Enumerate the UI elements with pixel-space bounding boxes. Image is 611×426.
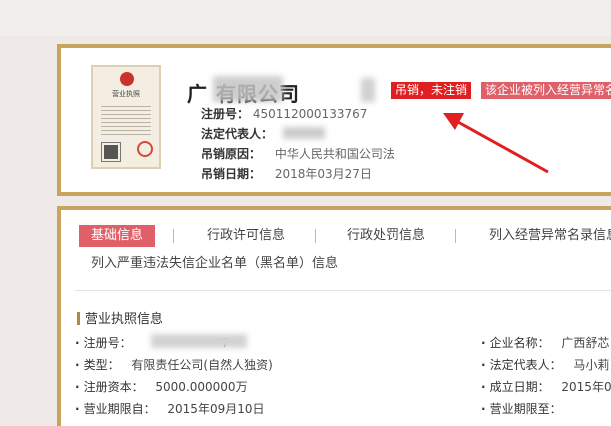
info-value: 广西舒芯 bbox=[561, 336, 610, 350]
info-value: 5000.000000万 bbox=[155, 380, 248, 394]
info-label: 类型： bbox=[83, 358, 120, 372]
redacted-reg-blur bbox=[151, 334, 247, 348]
info-value: 2015年0 bbox=[561, 380, 611, 394]
info-label: 成立日期： bbox=[489, 380, 550, 394]
info-label: 法定代表人： bbox=[489, 358, 562, 372]
info-label: 企业名称： bbox=[489, 336, 550, 350]
info-term-to: · 营业期限至： bbox=[481, 402, 562, 416]
info-label: 注册资本： bbox=[83, 380, 144, 394]
info-founded-date: · 成立日期： 2015年0 bbox=[481, 380, 611, 394]
section-title-text: 营业执照信息 bbox=[85, 312, 164, 327]
section-title: 营业执照信息 bbox=[77, 308, 163, 327]
info-value: 2015年09月10日 bbox=[167, 402, 265, 416]
tab-divider bbox=[455, 229, 456, 243]
tab-admin-license[interactable]: 行政许可信息 bbox=[207, 225, 285, 247]
info-legal-rep: · 法定代表人： 马小莉 bbox=[481, 358, 610, 372]
info-label: 注册号： bbox=[83, 336, 132, 350]
detail-panel: 基础信息 行政许可信息 行政处罚信息 列入经营异常名录信息 列入严重违法失信企业… bbox=[57, 206, 611, 426]
info-term-from: · 营业期限自： 2015年09月10日 bbox=[75, 402, 265, 416]
tab-admin-penalty[interactable]: 行政处罚信息 bbox=[347, 225, 425, 247]
info-value: 有限责任公司(自然人独资) bbox=[131, 358, 273, 372]
info-value: 马小莉 bbox=[573, 358, 610, 372]
tab-blacklist[interactable]: 列入严重违法失信企业名单（黑名单）信息 bbox=[91, 253, 338, 275]
info-reg-capital: · 注册资本： 5000.000000万 bbox=[75, 380, 248, 394]
tab-divider bbox=[315, 229, 316, 243]
info-type: · 类型： 有限责任公司(自然人独资) bbox=[75, 358, 273, 372]
section-bar-icon bbox=[77, 312, 80, 325]
tab-abnormal-list[interactable]: 列入经营异常名录信息 bbox=[489, 225, 611, 247]
tab-basic-info[interactable]: 基础信息 bbox=[79, 225, 156, 247]
info-label: 营业期限自： bbox=[83, 402, 156, 416]
info-label: 营业期限至： bbox=[489, 402, 562, 416]
info-company-name: · 企业名称： 广西舒芯 bbox=[481, 336, 610, 350]
tab-divider bbox=[173, 229, 174, 243]
divider bbox=[75, 290, 611, 291]
